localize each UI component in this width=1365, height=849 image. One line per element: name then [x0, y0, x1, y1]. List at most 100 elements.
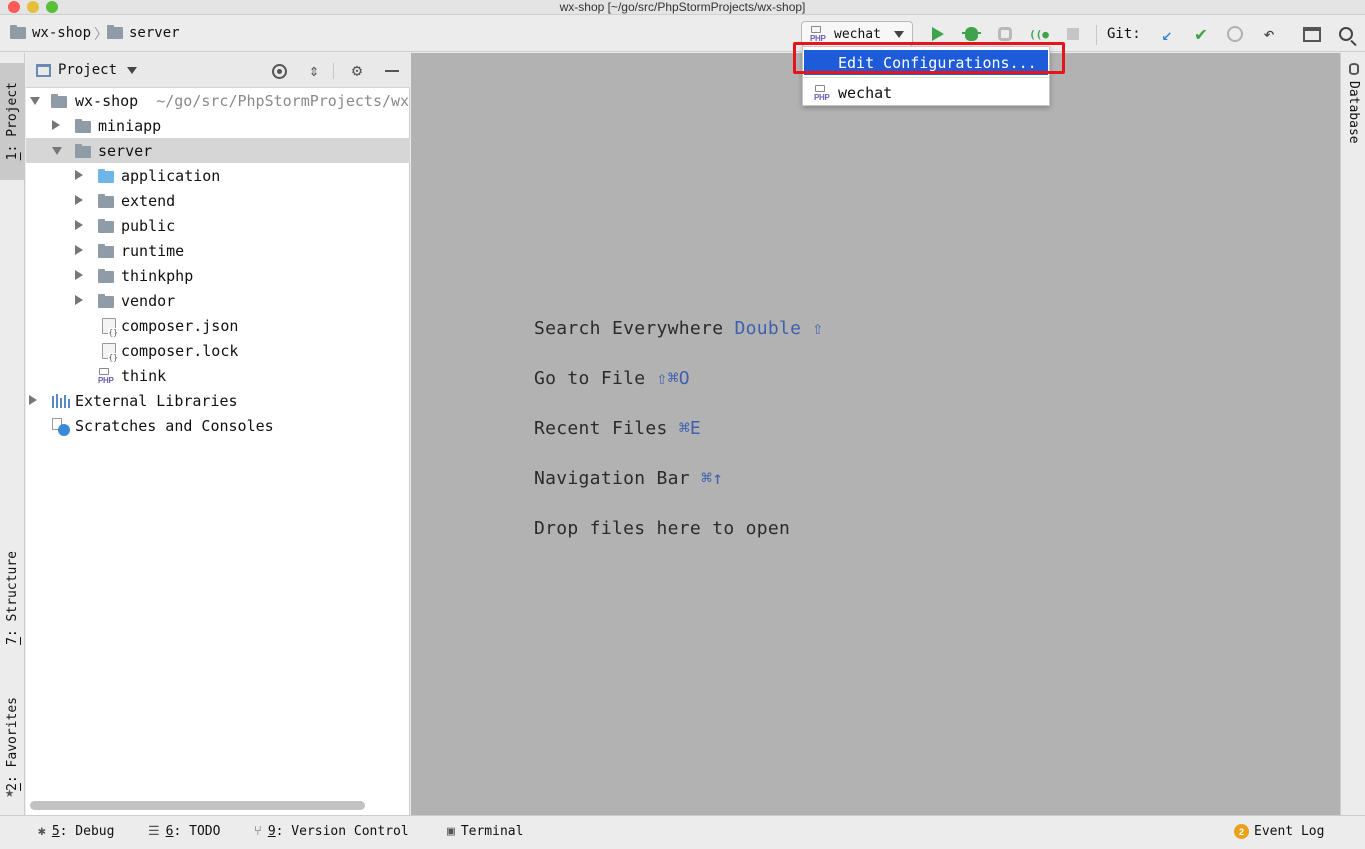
json-file-icon: [102, 318, 118, 337]
event-log-tool-tab[interactable]: 2 Event Log: [1234, 824, 1324, 839]
tree-item-folder[interactable]: vendor: [26, 288, 410, 313]
tree-item-file[interactable]: PHP think: [26, 363, 410, 388]
target-icon: [271, 63, 287, 79]
collapse-arrow-icon[interactable]: [75, 170, 83, 180]
window-title: wx-shop [~/go/src/PhpStormProjects/wx-sh…: [559, 0, 806, 14]
breadcrumb-project[interactable]: wx-shop: [10, 25, 91, 41]
json-file-icon: [102, 343, 118, 362]
maximize-window-button[interactable]: [46, 1, 58, 13]
tab-project-label: : Project: [5, 82, 20, 153]
popup-item-label: wechat: [838, 84, 893, 102]
expand-arrow-icon[interactable]: [52, 147, 62, 155]
tree-item-folder[interactable]: runtime: [26, 238, 410, 263]
php-badge: PHP: [98, 376, 114, 385]
tree-item-folder[interactable]: thinkphp: [26, 263, 410, 288]
hint-text: Navigation Bar: [534, 468, 702, 489]
collapse-arrow-icon[interactable]: [52, 120, 60, 130]
run-config-item-wechat[interactable]: PHP wechat: [804, 81, 1048, 105]
terminal-toolbar-button[interactable]: [1301, 23, 1323, 45]
close-window-button[interactable]: [8, 1, 20, 13]
event-log-label: Event Log: [1254, 824, 1325, 839]
tree-item-file[interactable]: composer.json: [26, 313, 410, 338]
tree-item-label: thinkphp: [121, 266, 194, 285]
folder-icon: [10, 25, 26, 39]
collapse-arrow-icon[interactable]: [75, 245, 83, 255]
git-history-button[interactable]: [1224, 23, 1246, 45]
hint-text: Go to File: [534, 368, 657, 389]
folder-icon: [75, 144, 91, 158]
tree-item-folder-selected[interactable]: server: [26, 138, 410, 163]
folder-icon: [107, 25, 123, 39]
play-icon: [932, 27, 944, 41]
tab-database[interactable]: Database: [1341, 63, 1365, 163]
collapse-arrow-icon[interactable]: [75, 195, 83, 205]
expand-arrow-icon[interactable]: [30, 97, 40, 105]
coverage-icon: [998, 27, 1012, 41]
minimize-window-button[interactable]: [27, 1, 39, 13]
horizontal-scrollbar[interactable]: [30, 801, 365, 810]
tree-item-label: server: [98, 141, 153, 160]
tree-item-label: Scratches and Consoles: [75, 416, 274, 435]
git-commit-button[interactable]: ✔: [1190, 23, 1212, 45]
terminal-tool-tab[interactable]: ▣ Terminal: [447, 824, 523, 839]
breadcrumb-server[interactable]: server: [107, 25, 180, 41]
hint-navigation-bar: Navigation Bar ⌘↑: [534, 468, 723, 489]
collapse-arrow-icon[interactable]: [29, 395, 37, 405]
tab-structure[interactable]: 7: Structure: [0, 538, 25, 658]
scratch-icon: [52, 418, 70, 436]
tree-item-folder[interactable]: extend: [26, 188, 410, 213]
editor-empty-area[interactable]: Search Everywhere Double ⇧ Go to File ⇧⌘…: [411, 53, 1340, 815]
tree-item-root[interactable]: wx-shop ~/go/src/PhpStormProjects/wx-shop: [26, 88, 410, 113]
tree-item-scratches[interactable]: Scratches and Consoles: [26, 413, 410, 438]
right-tool-strip: Database: [1340, 53, 1365, 815]
collapse-all-button[interactable]: ⇕: [304, 61, 324, 81]
tab-database-label: Database: [1346, 81, 1361, 144]
todo-tool-tab[interactable]: ☰ 6: TODO: [148, 824, 220, 839]
tree-item-folder[interactable]: miniapp: [26, 113, 410, 138]
tab-project[interactable]: 1: Project: [0, 63, 25, 180]
locate-file-button[interactable]: [269, 61, 289, 81]
folder-icon: [98, 194, 114, 208]
settings-button[interactable]: ⚙: [347, 61, 367, 81]
collapse-icon: ⇕: [308, 61, 320, 81]
popup-separator: [803, 77, 1049, 78]
collapse-arrow-icon[interactable]: [75, 270, 83, 280]
breadcrumb-label: server: [129, 25, 180, 41]
todo-tab-number: 6: [165, 824, 174, 839]
left-tool-strip: 1: Project 7: Structure 2: Favorites ★: [0, 53, 25, 815]
tree-item-folder[interactable]: application: [26, 163, 410, 188]
project-panel: Project ⇕ ⚙ wx-shop ~/go/src/PhpStormProj…: [26, 53, 410, 815]
panel-title: Project: [58, 62, 118, 78]
tree-item-label: think: [121, 366, 167, 385]
stop-button[interactable]: [1062, 23, 1084, 45]
vcs-tab-number: 9: [267, 824, 276, 839]
terminal-icon: ▣: [447, 824, 455, 839]
project-panel-header: Project ⇕ ⚙: [26, 53, 410, 88]
tree-item-label: composer.lock: [121, 341, 239, 360]
collapse-arrow-icon[interactable]: [75, 295, 83, 305]
hide-panel-button[interactable]: [382, 61, 402, 81]
php-file-icon: PHP: [98, 368, 116, 385]
git-update-button[interactable]: ↙: [1156, 23, 1178, 45]
hint-shortcut: Double ⇧: [734, 318, 824, 339]
tree-item-folder[interactable]: public: [26, 213, 410, 238]
navigation-bar: wx-shop 〉 server PHP wechat ((● Git: ↙ ✔…: [0, 16, 1365, 52]
undo-icon: ↶: [1263, 23, 1275, 45]
debug-tool-tab[interactable]: ✱ 5: Debug: [38, 824, 114, 839]
tree-item-label: extend: [121, 191, 176, 210]
tree-item-file[interactable]: composer.lock: [26, 338, 410, 363]
version-control-tool-tab[interactable]: ⑂ 9: Version Control: [254, 824, 409, 839]
collapse-arrow-icon[interactable]: [75, 220, 83, 230]
tree-item-libraries[interactable]: External Libraries: [26, 388, 410, 413]
hint-text: Search Everywhere: [534, 318, 735, 339]
star-icon: ★: [5, 783, 15, 801]
hint-text: Drop files here to open: [534, 518, 791, 539]
hint-shortcut: ⇧⌘O: [656, 368, 690, 389]
php-icon: PHP: [810, 26, 828, 43]
tab-favorites-label: : Favorites: [5, 696, 20, 783]
library-icon: [52, 394, 70, 408]
branch-icon: ⑂: [254, 824, 262, 839]
git-revert-button[interactable]: ↶: [1258, 23, 1280, 45]
project-view-selector[interactable]: Project: [36, 62, 138, 78]
search-everywhere-button[interactable]: [1335, 23, 1357, 45]
